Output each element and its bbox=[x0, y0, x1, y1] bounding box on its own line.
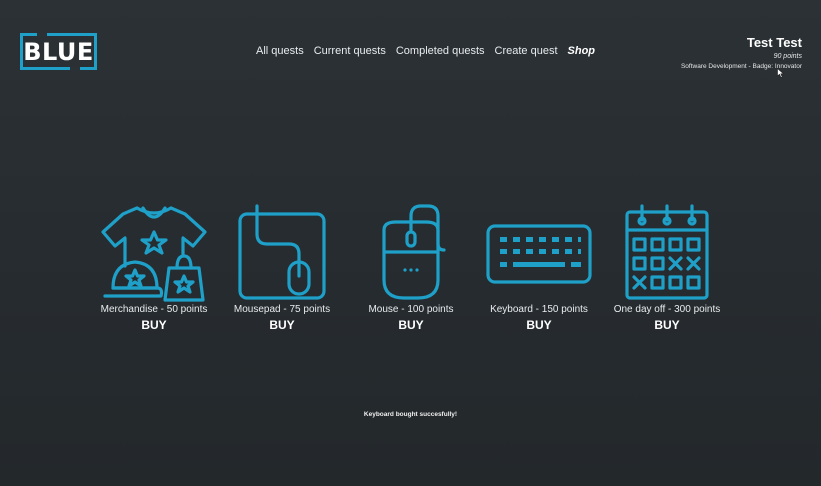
buy-mouse-button[interactable]: BUY bbox=[346, 318, 476, 332]
user-name[interactable]: Test Test bbox=[681, 35, 802, 50]
nav-create-quest[interactable]: Create quest bbox=[495, 45, 558, 57]
nav-shop[interactable]: Shop bbox=[568, 45, 596, 57]
purchase-notice: Keyboard bought succesfully! bbox=[363, 411, 458, 418]
nav-all-quests[interactable]: All quests bbox=[256, 45, 304, 57]
nav-completed-quests[interactable]: Completed quests bbox=[396, 45, 485, 57]
item-label: One day off - 300 points bbox=[613, 304, 721, 315]
shop-item-keyboard: Keyboard - 150 points BUY bbox=[474, 204, 604, 332]
user-info: Test Test 90 points Software Development… bbox=[681, 35, 802, 70]
buy-merchandise-button[interactable]: BUY bbox=[89, 318, 219, 332]
user-points: 90 points bbox=[773, 53, 802, 60]
shop-item-merchandise: Merchandise - 50 points BUY bbox=[89, 204, 219, 332]
shop-item-mousepad: Mousepad - 75 points BUY bbox=[217, 204, 347, 332]
mousepad-icon bbox=[238, 204, 326, 300]
blue-logo[interactable]: BLUE bbox=[20, 33, 97, 70]
logo-text: BLUE bbox=[23, 37, 94, 66]
nav-current-quests[interactable]: Current quests bbox=[314, 45, 386, 57]
mouse-icon bbox=[382, 204, 446, 300]
merchandise-icon bbox=[101, 206, 207, 302]
buy-day-off-button[interactable]: BUY bbox=[602, 318, 732, 332]
main-nav: All quests Current quests Completed ques… bbox=[256, 45, 595, 57]
item-label: Mousepad - 75 points bbox=[233, 304, 331, 315]
shop-item-day-off: One day off - 300 points BUY bbox=[602, 204, 732, 332]
item-label: Keyboard - 150 points bbox=[490, 304, 588, 315]
item-label: Merchandise - 50 points bbox=[100, 304, 208, 315]
calendar-icon bbox=[625, 204, 709, 300]
keyboard-icon bbox=[486, 224, 592, 284]
mouse-cursor-icon bbox=[777, 67, 785, 78]
buy-keyboard-button[interactable]: BUY bbox=[474, 318, 604, 332]
item-label: Mouse - 100 points bbox=[368, 304, 454, 315]
shop-item-mouse: Mouse - 100 points BUY bbox=[346, 204, 476, 332]
buy-mousepad-button[interactable]: BUY bbox=[217, 318, 347, 332]
